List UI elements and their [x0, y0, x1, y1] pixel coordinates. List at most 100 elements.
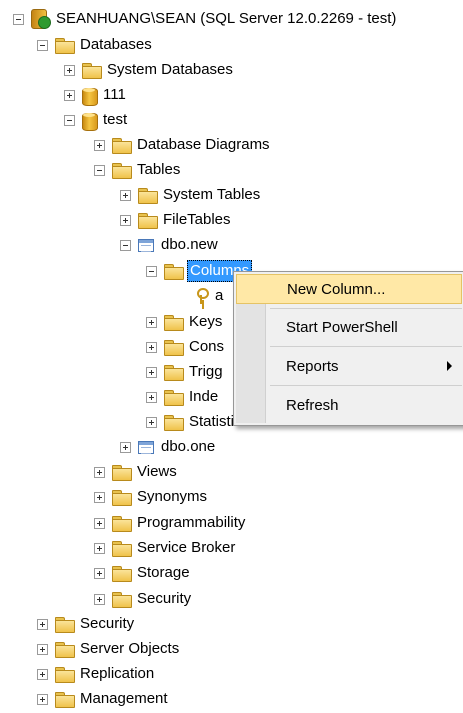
menu-item-label: Reports: [286, 357, 339, 375]
collapse-icon[interactable]: [94, 164, 105, 176]
menu-item-refresh[interactable]: Refresh: [236, 390, 462, 420]
db-security-label: Security: [137, 590, 192, 607]
expand-icon[interactable]: [94, 593, 105, 605]
collapse-icon[interactable]: [64, 114, 75, 126]
folder-icon: [138, 213, 158, 229]
management-label: Management: [80, 690, 168, 707]
expand-icon[interactable]: [37, 668, 48, 680]
expand-icon[interactable]: [94, 139, 105, 151]
tree-node-db-security[interactable]: Security: [94, 588, 193, 610]
databases-label: Databases: [80, 36, 152, 53]
server-label: SEANHUANG\SEAN (SQL Server 12.0.2269 - t…: [56, 10, 397, 27]
expand-icon[interactable]: [94, 466, 105, 478]
tree-node-tables[interactable]: Tables: [94, 159, 182, 181]
tree-node-synonyms[interactable]: Synonyms: [94, 486, 209, 508]
tables-label: Tables: [137, 161, 181, 178]
expand-icon[interactable]: [94, 542, 105, 554]
menu-item-label: Start PowerShell: [286, 318, 398, 336]
menu-item-label: New Column...: [287, 280, 386, 298]
system-tables-label: System Tables: [163, 186, 261, 203]
tree-node-dbo-new[interactable]: dbo.new: [120, 234, 220, 256]
tree-node-service-broker[interactable]: Service Broker: [94, 537, 237, 559]
expand-icon[interactable]: [120, 441, 131, 453]
expand-icon[interactable]: [37, 643, 48, 655]
tree-node-databases[interactable]: Databases: [37, 34, 154, 56]
expand-icon[interactable]: [146, 316, 157, 328]
tree-node-db-111[interactable]: 111: [64, 84, 128, 106]
folder-icon: [112, 541, 132, 557]
expand-icon[interactable]: [146, 341, 157, 353]
collapse-icon[interactable]: [37, 39, 48, 51]
database-icon: [82, 112, 98, 131]
views-label: Views: [137, 463, 177, 480]
expand-icon[interactable]: [37, 693, 48, 705]
filetables-label: FileTables: [163, 211, 231, 228]
folder-icon: [112, 138, 132, 154]
collapse-icon[interactable]: [146, 265, 157, 277]
expand-icon[interactable]: [146, 391, 157, 403]
expand-icon[interactable]: [64, 89, 75, 101]
expand-icon[interactable]: [94, 517, 105, 529]
column-a-label: a: [215, 287, 224, 304]
storage-label: Storage: [137, 564, 190, 581]
expand-icon[interactable]: [146, 366, 157, 378]
submenu-arrow-icon: [447, 361, 452, 371]
folder-icon: [164, 264, 184, 280]
tree-node-db-test[interactable]: test: [64, 109, 129, 131]
dbo-new-label: dbo.new: [161, 236, 218, 253]
expand-icon[interactable]: [120, 214, 131, 226]
tree-node-column-a[interactable]: a: [196, 285, 225, 307]
tree-node-constraints[interactable]: Cons: [146, 336, 226, 358]
tree-node-replication[interactable]: Replication: [37, 663, 156, 685]
expand-icon[interactable]: [146, 416, 157, 428]
tree-node-system-databases[interactable]: System Databases: [64, 59, 235, 81]
menu-separator: [270, 308, 462, 309]
folder-icon: [164, 340, 184, 356]
tree-node-dbo-one[interactable]: dbo.one: [120, 436, 217, 458]
menu-item-new-column[interactable]: New Column...: [236, 274, 462, 304]
system-databases-label: System Databases: [107, 61, 233, 78]
folder-icon: [138, 188, 158, 204]
tree-node-views[interactable]: Views: [94, 461, 179, 483]
folder-icon: [112, 592, 132, 608]
tree-node-programmability[interactable]: Programmability: [94, 512, 247, 534]
expand-icon[interactable]: [37, 618, 48, 630]
folder-icon: [112, 465, 132, 481]
folder-icon: [112, 566, 132, 582]
menu-separator: [270, 346, 462, 347]
tree-node-management[interactable]: Management: [37, 688, 170, 710]
database-diagrams-label: Database Diagrams: [137, 136, 270, 153]
folder-icon: [55, 617, 75, 633]
menu-item-start-powershell[interactable]: Start PowerShell: [236, 312, 462, 342]
db-test-label: test: [103, 111, 128, 128]
tree-node-database-diagrams[interactable]: Database Diagrams: [94, 134, 272, 156]
tree-node-keys[interactable]: Keys: [146, 311, 224, 333]
replication-label: Replication: [80, 665, 155, 682]
tree-node-storage[interactable]: Storage: [94, 562, 192, 584]
expand-icon[interactable]: [120, 189, 131, 201]
tree-node-server[interactable]: SEANHUANG\SEAN (SQL Server 12.0.2269 - t…: [13, 8, 398, 30]
server-icon: [31, 9, 51, 29]
collapse-icon[interactable]: [120, 239, 131, 251]
keys-label: Keys: [189, 313, 223, 330]
expand-icon[interactable]: [64, 64, 75, 76]
expand-icon[interactable]: [94, 567, 105, 579]
expand-icon[interactable]: [94, 491, 105, 503]
synonyms-label: Synonyms: [137, 488, 208, 505]
folder-icon: [55, 642, 75, 658]
tree-node-filetables[interactable]: FileTables: [120, 209, 233, 231]
db-111-label: 111: [103, 86, 126, 103]
tree-node-triggers[interactable]: Trigg: [146, 361, 225, 383]
folder-icon: [55, 38, 75, 54]
folder-icon: [55, 667, 75, 683]
menu-item-reports[interactable]: Reports: [236, 351, 462, 381]
tree-node-system-tables[interactable]: System Tables: [120, 184, 262, 206]
constraints-label: Cons: [189, 338, 225, 355]
tree-node-security[interactable]: Security: [37, 613, 136, 635]
security-label: Security: [80, 615, 135, 632]
collapse-icon[interactable]: [13, 13, 24, 25]
programmability-label: Programmability: [137, 514, 246, 531]
context-menu: New Column... Start PowerShell Reports R…: [233, 271, 463, 426]
tree-node-indexes[interactable]: Inde: [146, 386, 220, 408]
tree-node-server-objects[interactable]: Server Objects: [37, 638, 181, 660]
